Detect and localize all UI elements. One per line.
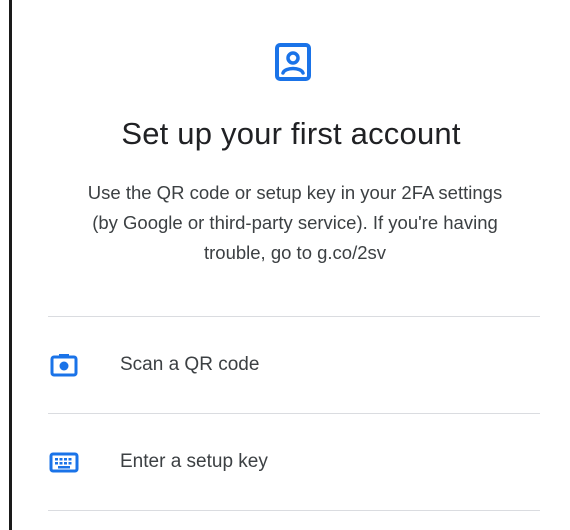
keyboard-icon (48, 448, 80, 476)
instructions-text: Use the QR code or setup key in your 2FA… (40, 178, 550, 268)
instructions-line-2: (by Google or third-party service). If y… (92, 212, 498, 233)
camera-icon (48, 351, 80, 379)
window-edge (0, 0, 12, 530)
enter-setup-key-label: Enter a setup key (120, 451, 268, 472)
left-border-line (9, 0, 12, 530)
page-title: Set up your first account (121, 116, 461, 151)
enter-setup-key-option[interactable]: Enter a setup key (48, 414, 540, 510)
instructions-line-1: Use the QR code or setup key in your 2FA… (87, 182, 503, 203)
divider-bottom (48, 510, 540, 511)
scan-qr-code-option[interactable]: Scan a QR code (48, 317, 540, 413)
scan-qr-code-label: Scan a QR code (120, 354, 260, 375)
account-portrait-icon (275, 43, 311, 81)
instructions-line-3: trouble, go to g.co/2sv (203, 242, 387, 263)
